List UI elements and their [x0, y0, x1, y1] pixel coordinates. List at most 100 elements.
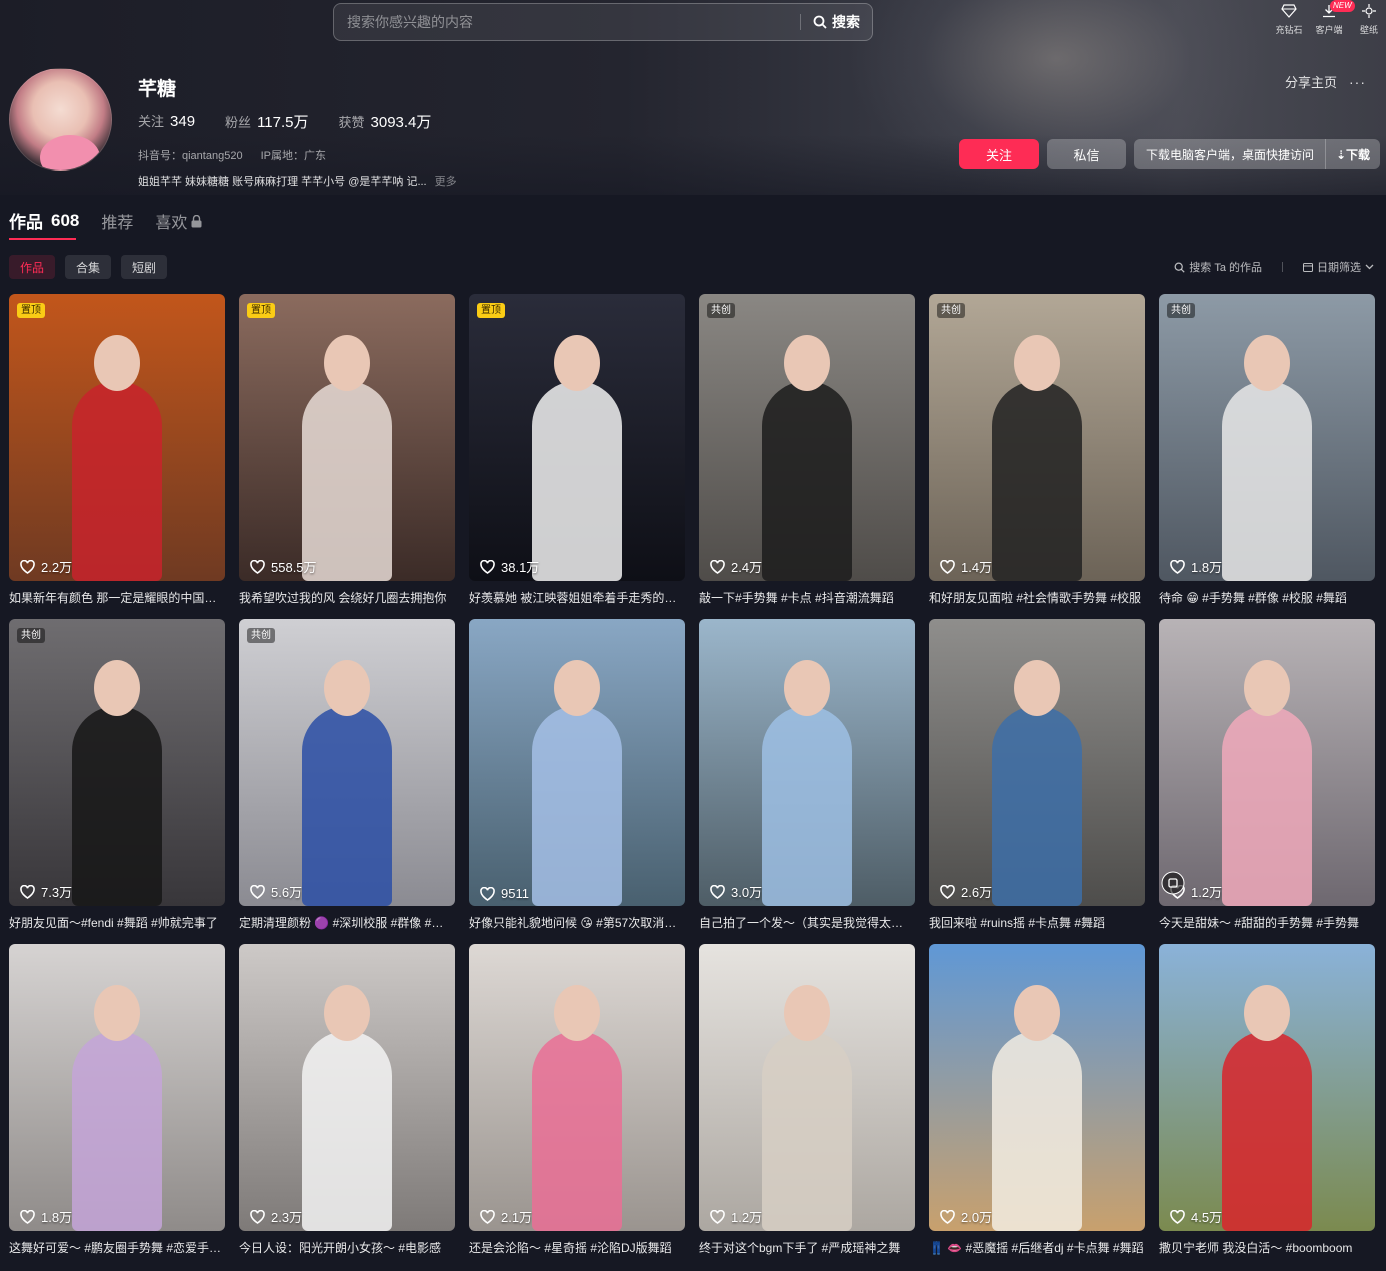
video-thumbnail[interactable]: 1.2万 [1159, 619, 1375, 906]
video-caption[interactable]: 今天是甜妹～ #甜甜的手势舞 #手势舞 [1159, 915, 1375, 931]
following-stat[interactable]: 关注 349 [138, 111, 195, 132]
video-thumbnail[interactable]: 置顶 2.2万 [9, 294, 225, 581]
video-card[interactable]: 共创 5.6万定期清理颜粉 🟣 #深圳校服 #群像 #舞蹈 [239, 619, 455, 931]
download-button[interactable]: ⇣下载 [1324, 139, 1380, 169]
like-count: 2.0万 [940, 1207, 992, 1226]
video-card[interactable]: 置顶 38.1万好羡慕她 被江映蓉姐姐牵着手走秀的小女孩 [469, 294, 685, 606]
co-creation-badge: 共创 [1167, 303, 1195, 318]
video-card[interactable]: 1.2万今天是甜妹～ #甜甜的手势舞 #手势舞 [1159, 619, 1375, 931]
video-card[interactable]: 共创 7.3万好朋友见面～#fendi #舞蹈 #帅就完事了 [9, 619, 225, 931]
video-thumbnail[interactable]: 置顶 558.5万 [239, 294, 455, 581]
video-card[interactable]: 2.6万我回来啦 #ruins摇 #卡点舞 #舞蹈 [929, 619, 1145, 931]
video-thumbnail[interactable]: 共创 7.3万 [9, 619, 225, 906]
video-caption[interactable]: 敲一下#手势舞 #卡点 #抖音潮流舞蹈 [699, 590, 915, 606]
wallpaper-icon [1362, 4, 1376, 18]
divider [1282, 262, 1283, 272]
video-thumbnail[interactable]: 共创 5.6万 [239, 619, 455, 906]
subtab-short-dramas[interactable]: 短剧 [121, 255, 168, 279]
thumbnail-figure [532, 1031, 622, 1231]
client-download-button[interactable]: NEW 客户端 [1312, 0, 1355, 36]
follow-button[interactable]: 关注 [959, 139, 1039, 169]
like-count-value: 9511 [501, 886, 529, 901]
video-thumbnail[interactable]: 1.8万 [9, 944, 225, 1231]
collab-icon [1161, 871, 1185, 900]
video-thumbnail[interactable]: 共创 2.4万 [699, 294, 915, 581]
profile-bio: 姐姐芊芊 妹妹糖糖 账号麻麻打理 芊芊小号 @是芊芊呐 记... 更多 [138, 173, 457, 189]
thumbnail-figure [1222, 381, 1312, 581]
like-count-value: 38.1万 [501, 560, 540, 575]
video-thumbnail[interactable]: 共创 1.4万 [929, 294, 1145, 581]
like-count-value: 1.4万 [961, 560, 993, 575]
video-caption[interactable]: 如果新年有颜色 那一定是耀眼的中国红#新年穿搭 [9, 590, 225, 606]
video-card[interactable]: 4.5万撒贝宁老师 我没白活～ #boomboom [1159, 944, 1375, 1256]
tab-works[interactable]: 作品 608 [9, 208, 79, 233]
video-thumbnail[interactable]: 2.0万 [929, 944, 1145, 1231]
video-caption[interactable]: 我希望吹过我的风 会绕好几圈去拥抱你 [239, 590, 455, 606]
video-thumbnail[interactable]: 1.2万 [699, 944, 915, 1231]
video-caption[interactable]: 定期清理颜粉 🟣 #深圳校服 #群像 #舞蹈 [239, 915, 455, 931]
video-caption[interactable]: 今日人设：阳光开朗小女孩～ #电影感 [239, 1240, 455, 1256]
video-caption[interactable]: 好像只能礼貌地问候 😘 #第57次取消发送 [469, 915, 685, 931]
bio-text: 姐姐芊芊 妹妹糖糖 账号麻麻打理 芊芊小号 @是芊芊呐 记... [138, 176, 427, 188]
video-thumbnail[interactable]: 4.5万 [1159, 944, 1375, 1231]
avatar[interactable] [9, 68, 112, 171]
video-caption[interactable]: 终于对这个bgm下手了 #严成瑶神之舞 [699, 1240, 915, 1256]
video-card[interactable]: 共创 1.8万待命 😁 #手势舞 #群像 #校服 #舞蹈 [1159, 294, 1375, 606]
date-filter-dropdown[interactable]: 日期筛选 [1303, 259, 1374, 275]
video-thumbnail[interactable]: 9511 [469, 619, 685, 906]
video-thumbnail[interactable]: 2.6万 [929, 619, 1145, 906]
thumbnail-figure-head [94, 335, 140, 391]
video-caption[interactable]: 好朋友见面～#fendi #舞蹈 #帅就完事了 [9, 915, 225, 931]
video-caption[interactable]: 待命 😁 #手势舞 #群像 #校服 #舞蹈 [1159, 590, 1375, 606]
video-card[interactable]: 2.0万 👖 👄 #恶魔摇 #后继者dj #卡点舞 #舞蹈 [929, 944, 1145, 1256]
video-card[interactable]: 1.8万这舞好可爱～ #鹏友圈手势舞 #恋爱手势舞 [9, 944, 225, 1256]
video-card[interactable]: 9511 好像只能礼貌地问候 😘 #第57次取消发送 [469, 619, 685, 931]
message-button[interactable]: 私信 [1047, 139, 1126, 169]
video-caption[interactable]: 好羡慕她 被江映蓉姐姐牵着手走秀的小女孩 [469, 590, 685, 606]
lock-icon [191, 214, 202, 227]
video-card[interactable]: 共创 2.4万敲一下#手势舞 #卡点 #抖音潮流舞蹈 [699, 294, 915, 606]
like-count: 2.6万 [940, 882, 992, 901]
video-caption[interactable]: 和好朋友见面啦 #社会情歌手势舞 #校服 [929, 590, 1145, 606]
video-caption[interactable]: 这舞好可爱～ #鹏友圈手势舞 #恋爱手势舞 [9, 1240, 225, 1256]
thumbnail-figure [532, 381, 622, 581]
video-card[interactable]: 置顶 2.2万如果新年有颜色 那一定是耀眼的中国红#新年穿搭 [9, 294, 225, 606]
search-works-button[interactable]: 搜索 Ta 的作品 [1174, 259, 1262, 275]
tab-likes[interactable]: 喜欢 [155, 209, 202, 233]
video-card[interactable]: 1.2万终于对这个bgm下手了 #严成瑶神之舞 [699, 944, 915, 1256]
video-caption[interactable]: 撒贝宁老师 我没白活～ #boomboom [1159, 1240, 1375, 1256]
co-creation-badge: 共创 [247, 628, 275, 643]
video-card[interactable]: 置顶 558.5万我希望吹过我的风 会绕好几圈去拥抱你 [239, 294, 455, 606]
like-count: 2.4万 [710, 557, 762, 576]
pinned-badge: 置顶 [17, 303, 45, 318]
video-caption[interactable]: 还是会沦陷～ #星奇摇 #沦陷DJ版舞蹈 [469, 1240, 685, 1256]
desktop-download-banner[interactable]: 下载电脑客户端，桌面快捷访问 ⇣下载 [1134, 139, 1380, 169]
more-options-button[interactable]: ··· [1349, 74, 1366, 90]
new-badge: NEW [1330, 0, 1355, 12]
share-profile-button[interactable]: 分享主页 [1285, 72, 1337, 91]
thumbnail-figure [302, 706, 392, 906]
video-thumbnail[interactable]: 2.1万 [469, 944, 685, 1231]
video-card[interactable]: 2.3万今日人设：阳光开朗小女孩～ #电影感 [239, 944, 455, 1256]
video-caption[interactable]: 我回来啦 #ruins摇 #卡点舞 #舞蹈 [929, 915, 1145, 931]
video-thumbnail[interactable]: 共创 1.8万 [1159, 294, 1375, 581]
like-count-value: 2.0万 [961, 1210, 993, 1225]
tab-recommend[interactable]: 推荐 [101, 209, 133, 233]
like-count: 38.1万 [480, 557, 539, 576]
subtab-works[interactable]: 作品 [9, 255, 56, 279]
bio-more-link[interactable]: 更多 [435, 173, 457, 189]
video-thumbnail[interactable]: 置顶 38.1万 [469, 294, 685, 581]
video-card[interactable]: 2.1万还是会沦陷～ #星奇摇 #沦陷DJ版舞蹈 [469, 944, 685, 1256]
video-card[interactable]: 3.0万自己拍了一个发～（其实是我觉得太好看了） [699, 619, 915, 931]
search-button[interactable]: 搜索 [801, 4, 872, 40]
followers-stat[interactable]: 粉丝 117.5万 [225, 111, 308, 132]
video-caption[interactable]: 👖 👄 #恶魔摇 #后继者dj #卡点舞 #舞蹈 [929, 1240, 1145, 1256]
recharge-diamond-button[interactable]: 充钻石 [1272, 4, 1306, 36]
video-thumbnail[interactable]: 3.0万 [699, 619, 915, 906]
wallpaper-button[interactable]: 壁纸 [1352, 4, 1386, 36]
video-caption[interactable]: 自己拍了一个发～（其实是我觉得太好看了） [699, 915, 915, 931]
search-input[interactable] [334, 4, 800, 40]
video-thumbnail[interactable]: 2.3万 [239, 944, 455, 1231]
video-card[interactable]: 共创 1.4万和好朋友见面啦 #社会情歌手势舞 #校服 [929, 294, 1145, 606]
subtab-collections[interactable]: 合集 [65, 255, 112, 279]
